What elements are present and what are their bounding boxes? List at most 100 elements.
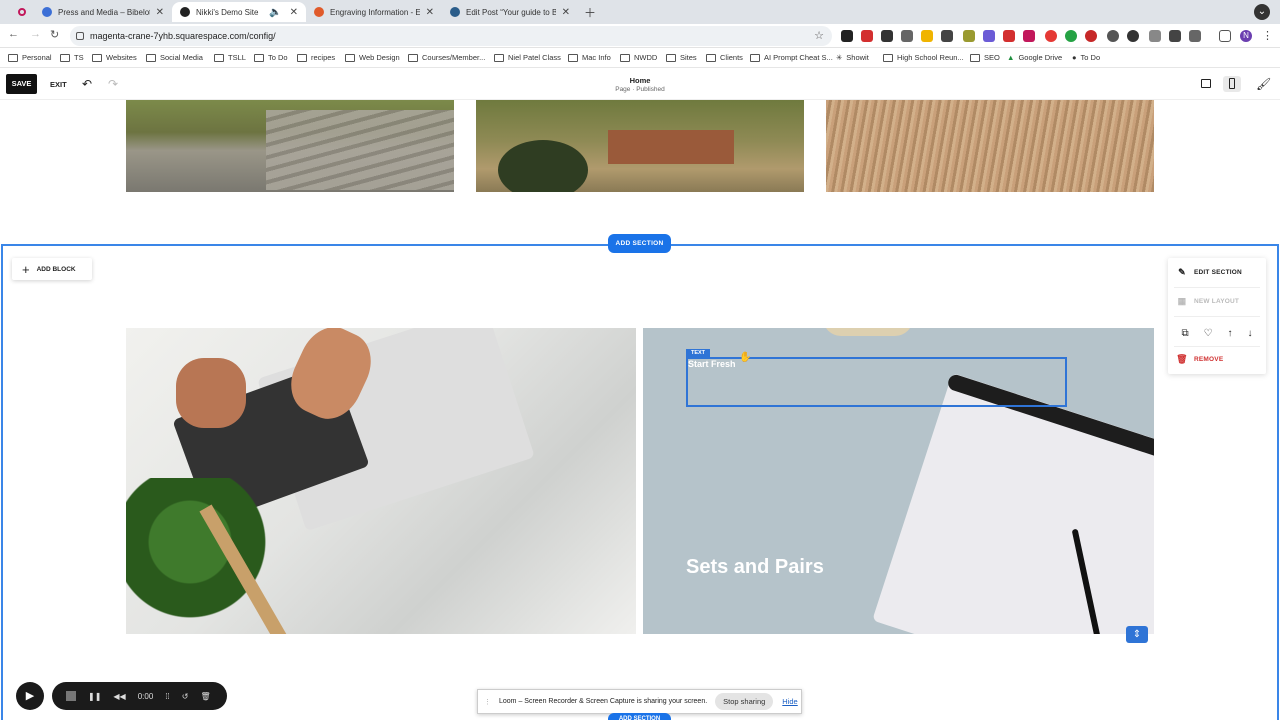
bookmark-folder[interactable]: Personal bbox=[8, 53, 52, 62]
bookmark-link[interactable]: ● To Do bbox=[1072, 53, 1100, 62]
add-block-button[interactable]: + ADD BLOCK bbox=[12, 258, 92, 280]
camera-toggle-button[interactable]: ▶ bbox=[16, 682, 44, 710]
wordpress-icon bbox=[450, 7, 460, 17]
close-icon[interactable]: ✕ bbox=[156, 7, 164, 18]
bookmark-link[interactable]: ▲ Google Drive bbox=[1007, 53, 1062, 62]
bookmark-folder[interactable]: Web Design bbox=[345, 53, 400, 62]
site-styles-brush-icon[interactable]: 🖌 bbox=[1256, 77, 1271, 91]
extension-icon[interactable] bbox=[1065, 30, 1077, 42]
bookmark-folder[interactable]: Courses/Member... bbox=[408, 53, 485, 62]
hand-cursor-icon: ✋ bbox=[739, 352, 752, 363]
drag-handle-icon[interactable]: ⋮ bbox=[484, 698, 491, 706]
bookmark-folder[interactable]: SEO bbox=[970, 53, 1000, 62]
tab-demo-site[interactable]: Nikki's Demo Site 🔈 ✕ bbox=[172, 2, 306, 22]
close-icon[interactable]: ✕ bbox=[426, 7, 434, 18]
heart-icon[interactable]: ♡ bbox=[1204, 328, 1213, 339]
extension-icon[interactable] bbox=[841, 30, 853, 42]
edit-section-button[interactable]: ✎ EDIT SECTION bbox=[1168, 259, 1266, 285]
pencil-icon: ✎ bbox=[1178, 266, 1186, 277]
back-icon[interactable]: ← bbox=[8, 28, 19, 40]
duplicate-icon[interactable]: ⧉ bbox=[1181, 328, 1188, 339]
extension-icon[interactable] bbox=[921, 30, 933, 42]
extension-icon[interactable] bbox=[963, 30, 975, 42]
folder-icon bbox=[494, 53, 504, 62]
hide-link[interactable]: Hide bbox=[782, 697, 797, 706]
tab-engraving-info[interactable]: Engraving Information - Entri ✕ bbox=[306, 2, 442, 22]
bookmark-folder[interactable]: Mac Info bbox=[568, 53, 611, 62]
extension-icon[interactable] bbox=[941, 30, 953, 42]
bookmark-star-icon[interactable]: ☆ bbox=[814, 26, 824, 46]
profile-avatar[interactable]: N bbox=[1240, 30, 1252, 42]
screen-sharing-notice: ⋮ Loom – Screen Recorder & Screen Captur… bbox=[477, 689, 802, 714]
extension-icon[interactable] bbox=[901, 30, 913, 42]
url-input[interactable]: magenta-crane-7yhb.squarespace.com/confi… bbox=[70, 26, 832, 46]
reload-icon[interactable]: ↻ bbox=[50, 28, 59, 41]
bookmark-folder[interactable]: NWDD bbox=[620, 53, 657, 62]
restart-icon[interactable]: ↺ bbox=[182, 692, 189, 701]
bookmark-folder[interactable]: Niel Patel Class bbox=[494, 53, 561, 62]
stop-icon[interactable] bbox=[66, 691, 76, 701]
bookmarks-bar: Personal TS Social Media TSLL To Do reci… bbox=[0, 48, 1280, 68]
image-laptop-workspace[interactable] bbox=[126, 328, 636, 634]
extension-icon[interactable] bbox=[1107, 30, 1119, 42]
extension-icon[interactable] bbox=[1149, 30, 1161, 42]
add-section-button-bottom[interactable]: ADD SECTION bbox=[608, 713, 671, 720]
folder-icon bbox=[297, 53, 307, 62]
arrow-up-icon[interactable]: ↑ bbox=[1228, 328, 1233, 339]
extension-icon[interactable] bbox=[861, 30, 873, 42]
new-tab-icon[interactable]: ＋ bbox=[584, 4, 596, 21]
text-block-selected[interactable] bbox=[686, 357, 1067, 407]
extension-icon[interactable] bbox=[881, 30, 893, 42]
bookmark-link[interactable]: ✳ Showit bbox=[836, 53, 869, 62]
puzzle-icon[interactable] bbox=[1189, 30, 1201, 42]
forward-icon[interactable]: → bbox=[30, 28, 41, 40]
gallery-image-grass-field bbox=[826, 100, 1154, 192]
bookmark-folder[interactable]: TS bbox=[60, 53, 84, 62]
heading-sets-and-pairs[interactable]: Sets and Pairs bbox=[686, 556, 824, 579]
desktop-view-button[interactable] bbox=[1197, 76, 1215, 92]
plus-icon: + bbox=[22, 261, 30, 277]
rewind-icon[interactable]: ◀◀ bbox=[113, 692, 125, 701]
folder-icon bbox=[620, 53, 630, 62]
extension-icon[interactable] bbox=[1169, 30, 1181, 42]
site-info-icon[interactable] bbox=[76, 32, 84, 40]
pause-icon[interactable]: ❚❚ bbox=[88, 692, 101, 701]
bookmark-folder[interactable]: Sites bbox=[666, 53, 697, 62]
google-drive-icon: ▲ bbox=[1007, 53, 1015, 62]
mobile-view-button[interactable] bbox=[1223, 76, 1241, 92]
bookmark-folder[interactable]: Clients bbox=[706, 53, 743, 62]
arrow-down-icon[interactable]: ↓ bbox=[1248, 328, 1253, 339]
bookmark-folder[interactable]: TSLL bbox=[214, 53, 246, 62]
folder-icon bbox=[750, 53, 760, 62]
speaker-icon[interactable]: 🔈 bbox=[269, 7, 281, 18]
bookmark-folder[interactable]: To Do bbox=[254, 53, 288, 62]
bookmark-folder[interactable]: High School Reun... bbox=[883, 53, 964, 62]
bookmark-folder[interactable]: recipes bbox=[297, 53, 335, 62]
extension-icon[interactable] bbox=[1085, 30, 1097, 42]
new-layout-button[interactable]: ▦ NEW LAYOUT bbox=[1168, 288, 1266, 314]
extension-icon[interactable] bbox=[1045, 30, 1057, 42]
close-icon[interactable]: ✕ bbox=[290, 7, 298, 18]
chevron-down-icon[interactable]: ⌄ bbox=[1254, 4, 1270, 20]
section-height-handle[interactable]: ⇕ bbox=[1126, 626, 1148, 643]
extension-icon[interactable] bbox=[1003, 30, 1015, 42]
bookmark-folder[interactable]: AI Prompt Cheat S... bbox=[750, 53, 833, 62]
more-menu-icon[interactable]: ⋮ bbox=[1262, 30, 1274, 42]
remove-section-button[interactable]: 🗑 REMOVE bbox=[1168, 346, 1266, 372]
layout-grid-icon: ▦ bbox=[1177, 295, 1187, 306]
extension-icon[interactable] bbox=[983, 30, 995, 42]
extension-icon[interactable] bbox=[1023, 30, 1035, 42]
grid-icon[interactable]: ⁞⁞ bbox=[165, 692, 169, 701]
tab-press-media[interactable]: Press and Media – Bibelot Ha ✕ bbox=[34, 2, 172, 22]
stop-sharing-button[interactable]: Stop sharing bbox=[715, 693, 774, 710]
extension-icon[interactable] bbox=[1127, 30, 1139, 42]
tab-edit-post[interactable]: Edit Post “Your guide to Bra ✕ bbox=[442, 2, 578, 22]
bookmark-folder[interactable]: Websites bbox=[92, 53, 137, 62]
trash-icon[interactable]: 🗑 bbox=[200, 692, 210, 701]
close-icon[interactable]: ✕ bbox=[562, 7, 570, 18]
folder-icon bbox=[345, 53, 355, 62]
text-start-fresh[interactable]: Start Fresh bbox=[688, 359, 736, 369]
download-icon[interactable] bbox=[1219, 30, 1231, 42]
bookmark-folder[interactable]: Social Media bbox=[146, 53, 203, 62]
add-section-button[interactable]: ADD SECTION bbox=[608, 234, 671, 253]
